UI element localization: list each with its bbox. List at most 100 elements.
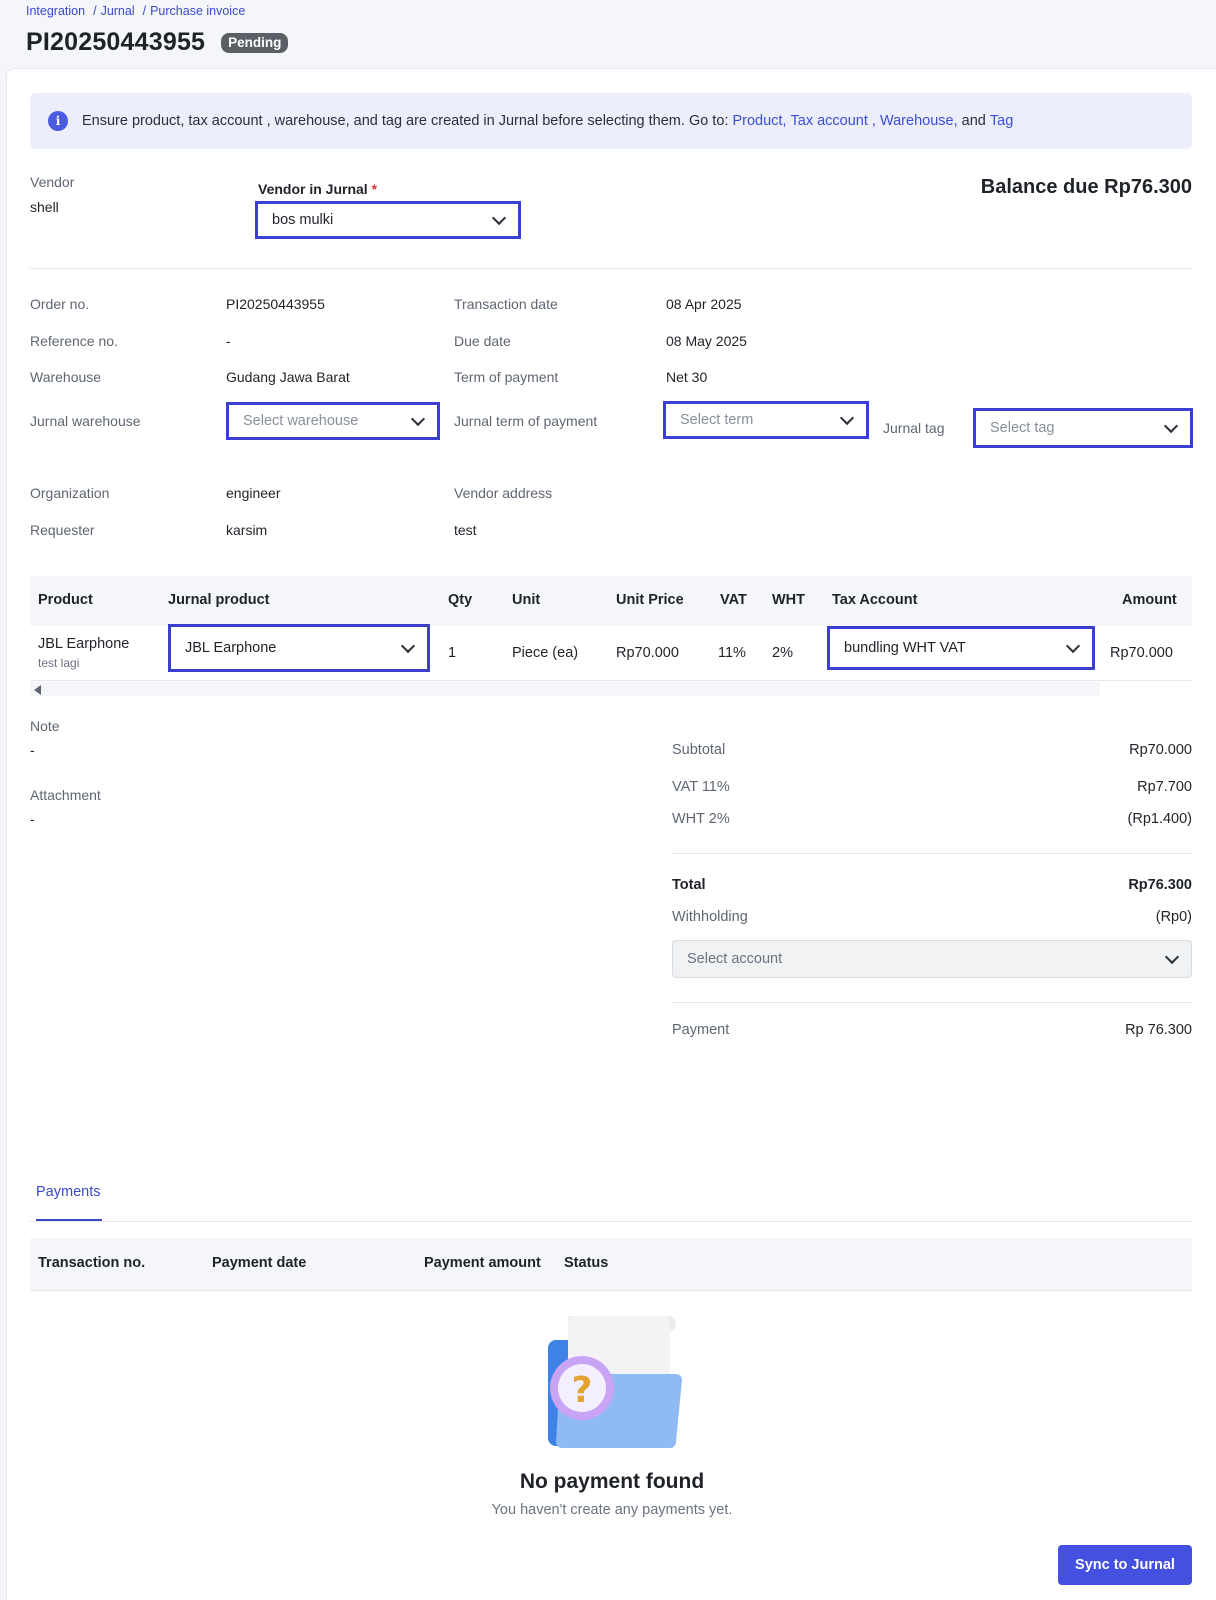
chevron-down-icon: [400, 638, 416, 653]
jurnal-product-value: JBL Earphone: [185, 640, 277, 656]
banner-and: and: [961, 113, 986, 129]
page-header: Integration / Jurnal / Purchase invoice PI20…: [0, 0, 1216, 68]
transaction-value: 08 Apr 2025: [666, 296, 742, 312]
reference-value: -: [226, 333, 231, 349]
title-row: PI20250443955 Pending: [26, 28, 289, 57]
th-unit-price: Unit Price: [616, 592, 684, 608]
total-label: Total: [672, 877, 706, 893]
breadcrumb-jurnal[interactable]: Jurnal: [101, 4, 135, 18]
jurnal-term-label: Jurnal term of payment: [454, 413, 598, 429]
requester-value: karsim: [226, 522, 268, 538]
th-payment-date: Payment date: [212, 1255, 307, 1271]
unit-value: Piece (ea): [512, 645, 579, 661]
divider: [672, 1002, 1192, 1003]
chevron-down-icon: [410, 411, 426, 426]
banner-text: Ensure product, tax account , warehouse,…: [82, 113, 729, 129]
link-product[interactable]: Product,: [732, 113, 786, 129]
withholding-label: Withholding: [672, 909, 748, 925]
breadcrumb: Integration / Jurnal / Purchase invoice: [26, 4, 246, 18]
breadcrumb-purchase-invoice[interactable]: Purchase invoice: [150, 4, 245, 18]
link-tag[interactable]: Tag: [990, 113, 1013, 129]
total-value: Rp76.300: [1128, 877, 1192, 893]
vat-summary-value: Rp7.700: [1137, 779, 1192, 795]
tag-placeholder: Select tag: [990, 420, 1055, 436]
account-placeholder: Select account: [687, 951, 783, 967]
wht-value: 2%: [772, 645, 793, 661]
divider: [30, 680, 1192, 681]
organization-value: engineer: [226, 485, 281, 501]
th-unit: Unit: [512, 592, 541, 608]
warehouse-placeholder: Select warehouse: [243, 413, 359, 429]
product-note: test lagi: [38, 656, 80, 670]
th-payment-amount: Payment amount: [424, 1255, 541, 1271]
th-transaction-no: Transaction no.: [38, 1255, 146, 1271]
vendor-address-value: test: [454, 522, 477, 538]
chevron-down-icon: [1164, 949, 1180, 964]
chevron-down-icon: [1163, 418, 1179, 433]
tab-payments[interactable]: Payments: [36, 1184, 100, 1200]
qty-value: 1: [448, 645, 457, 661]
link-tax-account[interactable]: Tax account ,: [791, 113, 876, 129]
balance-due: Balance due Rp76.300: [980, 176, 1192, 198]
divider: [30, 1221, 1192, 1222]
breadcrumb-integration[interactable]: Integration: [26, 4, 85, 18]
jurnal-term-select[interactable]: Select term: [663, 401, 869, 439]
payment-value: Rp 76.300: [1125, 1022, 1192, 1038]
jurnal-product-select[interactable]: JBL Earphone: [168, 624, 430, 672]
jurnal-warehouse-select[interactable]: Select warehouse: [226, 402, 440, 440]
th-amount: Amount: [1122, 592, 1177, 608]
warehouse-value: Gudang Jawa Barat: [226, 369, 350, 385]
note-value: -: [30, 742, 35, 758]
term-label: Term of payment: [454, 369, 559, 385]
horizontal-scrollbar[interactable]: [30, 682, 1100, 696]
tax-account-value: bundling WHT VAT: [844, 640, 966, 656]
link-warehouse[interactable]: Warehouse,: [880, 113, 958, 129]
vendor-jurnal-value: bos mulki: [272, 212, 334, 228]
divider: [30, 268, 1192, 269]
attachment-label: Attachment: [30, 787, 101, 803]
status-badge: Pending: [221, 32, 289, 53]
jurnal-warehouse-label: Jurnal warehouse: [30, 413, 141, 429]
tax-account-select[interactable]: bundling WHT VAT: [827, 626, 1095, 670]
vendor-address-label: Vendor address: [454, 485, 553, 501]
order-value: PI20250443955: [226, 296, 325, 312]
transaction-label: Transaction date: [454, 296, 558, 312]
page-title: PI20250443955: [26, 28, 206, 56]
empty-state-subtitle: You haven't create any payments yet.: [491, 1502, 733, 1518]
th-qty: Qty: [448, 592, 473, 608]
th-jurnal-product: Jurnal product: [168, 592, 270, 608]
svg-text:?: ?: [572, 1370, 593, 1411]
vendor-label: Vendor: [30, 174, 75, 190]
th-product: Product: [38, 592, 93, 608]
vat-label: VAT 11%: [672, 779, 730, 795]
jurnal-tag-label: Jurnal tag: [883, 420, 945, 436]
vendor-jurnal-select[interactable]: bos mulki: [255, 201, 521, 239]
sync-to-jurnal-button[interactable]: Sync to Jurnal: [1058, 1545, 1192, 1585]
reference-label: Reference no.: [30, 333, 118, 349]
empty-state-title: No payment found: [519, 1470, 705, 1493]
withholding-account-select[interactable]: Select account: [672, 940, 1192, 978]
vendor-value: shell: [30, 199, 59, 215]
th-wht: WHT: [772, 592, 806, 608]
payments-table-header: [30, 1238, 1192, 1290]
amount-value: Rp70.000: [1110, 645, 1173, 661]
chevron-down-icon: [491, 210, 507, 225]
divider: [672, 853, 1192, 854]
attachment-value: -: [30, 811, 35, 827]
chevron-down-icon: [839, 410, 855, 425]
scroll-left-icon[interactable]: [34, 685, 41, 695]
vat-value: 11%: [718, 645, 746, 661]
subtotal-value: Rp70.000: [1129, 742, 1192, 758]
requester-label: Requester: [30, 522, 95, 538]
th-tax-account: Tax Account: [832, 592, 918, 608]
due-value: 08 May 2025: [666, 333, 747, 349]
order-label: Order no.: [30, 296, 90, 312]
chevron-down-icon: [1065, 638, 1081, 653]
jurnal-tag-select[interactable]: Select tag: [973, 408, 1193, 448]
note-label: Note: [30, 718, 60, 734]
info-icon: i: [48, 111, 68, 131]
th-vat: VAT: [720, 592, 747, 608]
payment-label: Payment: [672, 1022, 730, 1038]
wht-label: WHT 2%: [672, 811, 730, 827]
subtotal-label: Subtotal: [672, 742, 726, 758]
